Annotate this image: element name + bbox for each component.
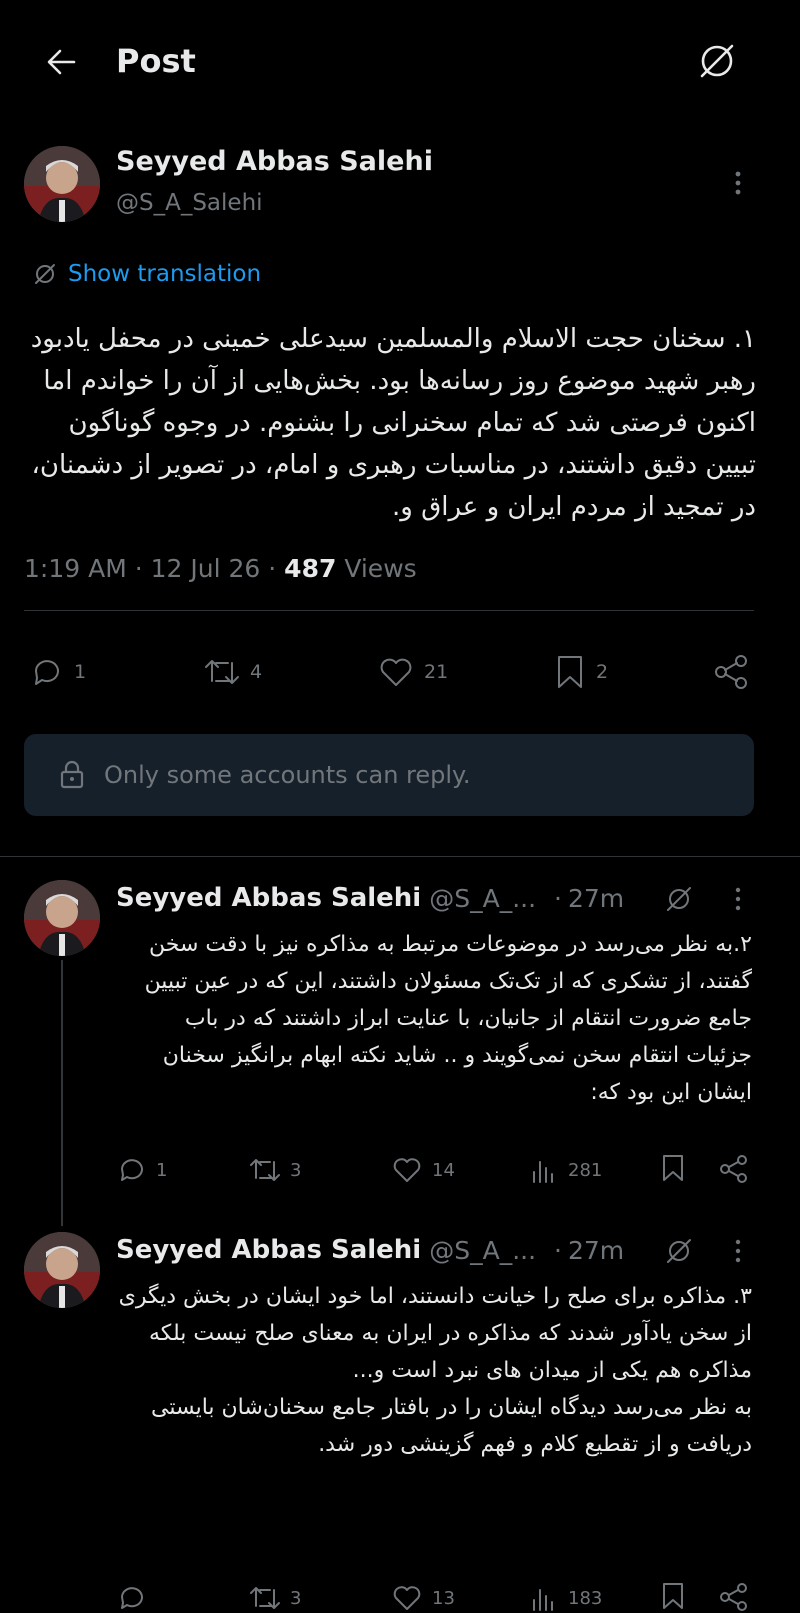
avatar[interactable]: [24, 1232, 100, 1308]
bookmark-icon: [558, 656, 582, 688]
show-translation-link[interactable]: Show translation: [32, 258, 261, 290]
repost-button[interactable]: 3: [248, 1580, 301, 1613]
reply-count: 1: [74, 661, 87, 683]
reply-count: 1: [156, 1159, 168, 1181]
post-date: 12 Jul 26: [150, 554, 261, 583]
reply-author-handle[interactable]: @S_A_...: [429, 1236, 536, 1265]
show-translation-label: Show translation: [68, 261, 262, 287]
bookmark-icon: [663, 1583, 683, 1609]
repost-icon: [250, 1587, 280, 1609]
reply-button[interactable]: [116, 1580, 148, 1613]
share-button[interactable]: [710, 652, 752, 692]
views-button[interactable]: 281: [528, 1152, 602, 1188]
more-options-button[interactable]: [726, 168, 750, 198]
like-count: 14: [432, 1159, 455, 1181]
bookmark-count: 2: [596, 661, 609, 683]
share-button[interactable]: [716, 1152, 752, 1188]
divider: [24, 610, 754, 611]
author-name[interactable]: Seyyed Abbas Salehi: [116, 146, 433, 177]
share-button[interactable]: [716, 1580, 752, 1613]
back-button[interactable]: [40, 40, 84, 84]
avatar[interactable]: [24, 146, 100, 222]
repost-button[interactable]: 4: [202, 652, 262, 692]
post-text: ۱. سخنان حجت الاسلام والمسلمین سیدعلی خم…: [30, 324, 756, 522]
analytics-icon: [533, 1589, 553, 1611]
repost-count: 3: [290, 1159, 302, 1181]
heart-icon: [380, 658, 412, 686]
reply-restriction-banner: Only some accounts can reply.: [24, 734, 754, 816]
bookmark-button[interactable]: [658, 1580, 688, 1613]
grok-button[interactable]: [662, 1234, 696, 1268]
like-button[interactable]: 13: [390, 1580, 455, 1613]
reply-restriction-text: Only some accounts can reply.: [104, 761, 471, 789]
page-title: Post: [116, 42, 196, 80]
grok-button[interactable]: [662, 882, 696, 916]
like-count: 21: [424, 661, 449, 683]
reply-text: ۲.به نظر می‌رسد در موضوعات مرتبط به مذاک…: [144, 932, 752, 1105]
more-vertical-icon: [735, 1239, 741, 1263]
like-count: 13: [432, 1587, 455, 1609]
analytics-icon: [533, 1161, 553, 1183]
reply-time[interactable]: 27m: [568, 884, 624, 913]
bookmark-icon: [663, 1155, 683, 1181]
grok-icon: [667, 887, 691, 911]
more-vertical-icon: [735, 887, 741, 911]
reply-paragraph: ۳. مذاکره برای صلح را خیانت دانستند، اما…: [118, 1284, 752, 1383]
profile-photo: [24, 880, 100, 956]
reply-button[interactable]: 1: [116, 1152, 167, 1188]
repost-count: 4: [250, 661, 263, 683]
arrow-left-icon: [47, 49, 76, 75]
views-count: 281: [568, 1159, 603, 1181]
reply-icon: [35, 660, 59, 685]
repost-icon: [250, 1159, 280, 1181]
reply-author-name[interactable]: Seyyed Abbas Salehi: [116, 883, 421, 913]
reply-icon: [121, 1159, 143, 1181]
grok-icon: [667, 1239, 691, 1263]
post-time: 1:19 AM: [24, 554, 127, 583]
reply-author-handle[interactable]: @S_A_...: [429, 884, 536, 913]
reply-button[interactable]: 1: [28, 652, 86, 692]
grok-icon: [700, 44, 734, 78]
more-options-button[interactable]: [728, 1236, 748, 1266]
views-count: 183: [568, 1587, 603, 1609]
repost-count: 3: [290, 1587, 302, 1609]
views-button[interactable]: 183: [528, 1580, 602, 1613]
thread-connector-line: [61, 960, 63, 1226]
like-button[interactable]: 14: [390, 1152, 455, 1188]
profile-photo: [24, 1232, 100, 1308]
share-icon: [720, 1583, 747, 1611]
divider: [0, 856, 800, 857]
share-icon: [720, 1155, 747, 1183]
views-label: Views: [344, 554, 417, 583]
avatar[interactable]: [24, 880, 100, 956]
reply-header: Seyyed Abbas Salehi @S_A_... · 27m: [116, 883, 625, 913]
repost-button[interactable]: 3: [248, 1152, 301, 1188]
reply-author-name[interactable]: Seyyed Abbas Salehi: [116, 1235, 421, 1265]
bookmark-button[interactable]: [658, 1152, 688, 1188]
bookmark-button[interactable]: 2: [552, 652, 608, 692]
reply-header: Seyyed Abbas Salehi @S_A_... · 27m: [116, 1235, 625, 1265]
heart-icon: [393, 1158, 421, 1182]
like-button[interactable]: 21: [376, 652, 448, 692]
repost-icon: [205, 660, 239, 684]
heart-icon: [393, 1586, 421, 1610]
reply-icon: [121, 1587, 143, 1609]
reply-time[interactable]: 27m: [568, 1236, 624, 1265]
translate-icon: [35, 264, 55, 284]
post-meta: 1:19 AM · 12 Jul 26 · 487 Views: [24, 554, 417, 583]
profile-photo: [24, 146, 100, 222]
more-options-button[interactable]: [728, 884, 748, 914]
reply-text: ۳. مذاکره برای صلح را خیانت دانستند، اما…: [116, 1278, 752, 1463]
lock-icon: [60, 760, 84, 789]
more-vertical-icon: [735, 171, 741, 195]
views-count: 487: [284, 554, 337, 583]
reply-paragraph: به نظر می‌رسد دیدگاه ایشان را در بافتار …: [150, 1395, 752, 1457]
author-handle[interactable]: @S_A_Salehi: [116, 190, 263, 216]
grok-button[interactable]: [694, 38, 740, 84]
share-icon: [715, 655, 747, 689]
